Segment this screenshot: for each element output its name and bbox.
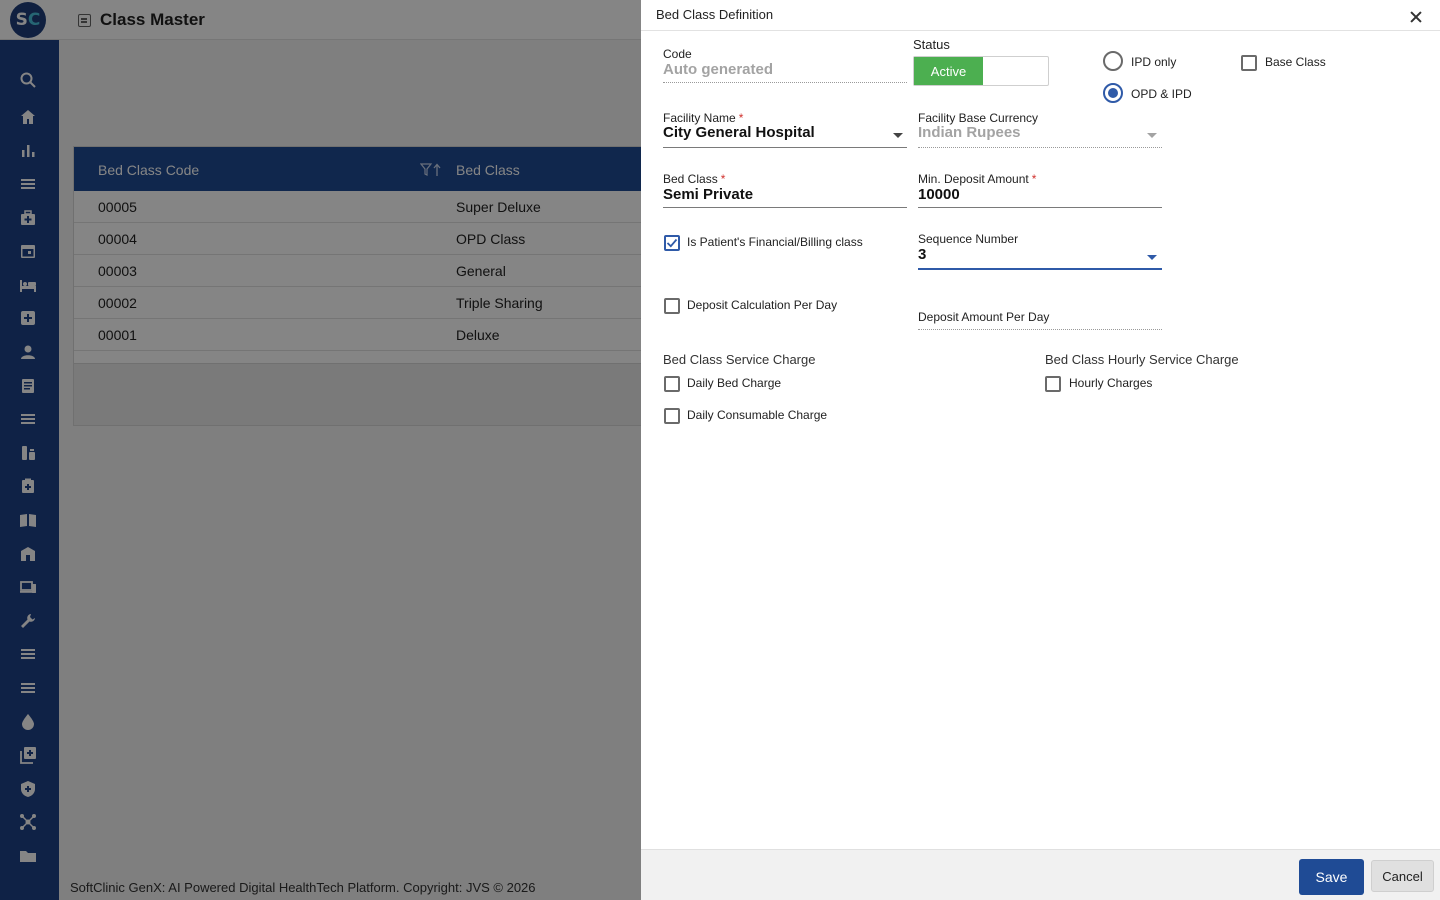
dialog-footer: Save Cancel — [641, 849, 1440, 900]
status-toggle-active: Active — [914, 57, 983, 85]
base-class-label: Base Class — [1265, 55, 1326, 69]
required-mark: * — [720, 172, 726, 186]
facility-name-label-text: Facility Name — [663, 111, 736, 125]
facility-name-label: Facility Name * — [663, 111, 743, 125]
sequence-number-label: Sequence Number — [918, 232, 1019, 246]
billing-class-checkbox[interactable] — [664, 235, 680, 251]
min-deposit-label: Min. Deposit Amount * — [918, 172, 1036, 186]
currency-select[interactable]: Indian Rupees — [918, 124, 1021, 141]
facility-name-underline — [663, 147, 907, 148]
facility-name-select[interactable]: City General Hospital — [663, 124, 815, 141]
hourly-charge-title: Bed Class Hourly Service Charge — [1045, 352, 1239, 367]
opd-ipd-radio[interactable] — [1103, 83, 1123, 103]
daily-consumable-charge-label: Daily Consumable Charge — [687, 408, 828, 422]
cancel-button[interactable]: Cancel — [1371, 860, 1434, 892]
min-deposit-input[interactable]: 10000 — [918, 186, 960, 203]
required-mark: * — [1031, 172, 1037, 186]
hourly-charges-checkbox[interactable] — [1045, 376, 1061, 392]
deposit-per-day-label: Deposit Calculation Per Day — [687, 298, 838, 312]
code-underline — [663, 82, 907, 83]
min-deposit-underline — [918, 207, 1162, 208]
currency-underline — [918, 147, 1162, 148]
dialog-title: Bed Class Definition — [656, 7, 774, 22]
chevron-down-icon[interactable] — [893, 133, 903, 138]
sequence-number-underline — [918, 268, 1162, 270]
sequence-number-select[interactable]: 3 — [918, 246, 926, 263]
chevron-down-icon[interactable] — [1147, 255, 1157, 260]
billing-class-label: Is Patient's Financial/Billing class — [687, 235, 863, 249]
daily-bed-charge-checkbox[interactable] — [664, 376, 680, 392]
close-icon[interactable] — [1410, 11, 1422, 23]
dialog-header: Bed Class Definition — [641, 0, 1440, 31]
required-mark: * — [738, 111, 744, 125]
code-field[interactable]: Auto generated — [663, 61, 773, 78]
currency-label: Facility Base Currency — [918, 111, 1039, 125]
base-class-checkbox[interactable] — [1241, 55, 1257, 71]
status-toggle[interactable]: Active — [913, 56, 1049, 86]
service-charge-title: Bed Class Service Charge — [663, 352, 816, 367]
chevron-down-icon[interactable] — [1147, 133, 1157, 138]
daily-consumable-charge-checkbox[interactable] — [664, 408, 680, 424]
ipd-only-radio[interactable] — [1103, 51, 1123, 71]
status-label: Status — [913, 37, 950, 52]
deposit-amount-per-day-underline — [918, 329, 1162, 330]
opd-ipd-label: OPD & IPD — [1131, 87, 1192, 101]
bed-class-label: Bed Class * — [663, 172, 725, 186]
deposit-per-day-checkbox[interactable] — [664, 298, 680, 314]
bed-class-underline — [663, 207, 907, 208]
code-label: Code — [663, 47, 692, 61]
min-deposit-label-text: Min. Deposit Amount — [918, 172, 1029, 186]
bed-class-definition-dialog: Bed Class Definition Code Auto generated… — [641, 0, 1440, 900]
ipd-only-label: IPD only — [1131, 55, 1177, 69]
bed-class-input[interactable]: Semi Private — [663, 186, 753, 203]
daily-bed-charge-label: Daily Bed Charge — [687, 376, 782, 390]
deposit-amount-per-day-field[interactable]: Deposit Amount Per Day — [918, 310, 1049, 324]
bed-class-label-text: Bed Class — [663, 172, 718, 186]
hourly-charges-label: Hourly Charges — [1069, 376, 1153, 390]
save-button[interactable]: Save — [1299, 859, 1364, 895]
